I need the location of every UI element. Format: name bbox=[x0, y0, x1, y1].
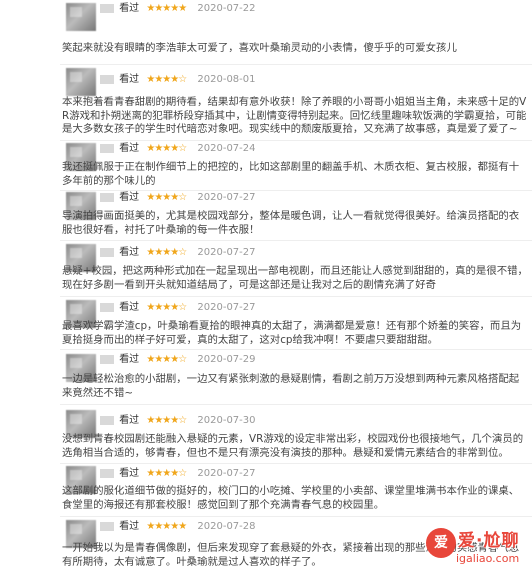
watched-label: 看过 bbox=[119, 143, 140, 154]
star-icon: ★★★★★ bbox=[146, 3, 187, 14]
review-text: 导演拍得画面挺美的，尤其是校园戏部分，整体是暖色调，让人一看就觉得很美好。给演员… bbox=[62, 210, 520, 236]
review-text: 一边是轻松治愈的小甜剧，一边又有紧张刺激的悬疑剧情，看剧之前万万没想到两种元素风… bbox=[62, 373, 520, 399]
review-date: 2020-07-22 bbox=[197, 3, 256, 14]
review-text: 悬疑+校园，把这两种形式加在一起呈现出一部电视剧，而且还能让人感觉到甜甜的，真的… bbox=[62, 265, 528, 291]
review-date: 2020-07-29 bbox=[197, 354, 256, 365]
review-text: 最喜欢学霸学渣cp，叶桑瑜看夏拾的眼神真的太甜了，满满都是爱意！还有那个娇羞的笑… bbox=[62, 320, 522, 346]
star-icon: ★★★★☆ bbox=[146, 302, 187, 313]
star-icon: ★★★★☆ bbox=[146, 247, 187, 258]
username[interactable] bbox=[100, 192, 114, 202]
divider bbox=[60, 516, 532, 517]
divider bbox=[60, 64, 532, 65]
watched-label: 看过 bbox=[119, 521, 140, 532]
review-meta: 看过 ★★★★★ 2020-07-22 bbox=[100, 1, 256, 17]
review-date: 2020-07-28 bbox=[197, 521, 256, 532]
review-meta: 看过 ★★★★☆ 2020-07-27 bbox=[100, 245, 256, 261]
username[interactable] bbox=[100, 354, 114, 364]
watermark-url: igaliao.com bbox=[456, 552, 520, 565]
review-date: 2020-07-27 bbox=[197, 247, 256, 258]
username[interactable] bbox=[100, 74, 114, 84]
review-text: 我还挺佩服于正在制作细节上的把控的，比如这部剧里的翻盖手机、木质衣柜、复古校服，… bbox=[62, 161, 520, 187]
username[interactable] bbox=[100, 3, 114, 13]
review-date: 2020-07-27 bbox=[197, 302, 256, 313]
review-date: 2020-07-24 bbox=[197, 143, 256, 154]
username[interactable] bbox=[100, 143, 114, 153]
blurred-avatar-icon[interactable] bbox=[66, 3, 96, 31]
star-icon: ★★★★★ bbox=[146, 521, 187, 532]
watched-label: 看过 bbox=[119, 247, 140, 258]
username[interactable] bbox=[100, 247, 114, 257]
review-meta: 看过 ★★★★☆ 2020-07-30 bbox=[100, 413, 256, 429]
divider bbox=[60, 296, 532, 297]
watermark-title: 爱·尬聊 bbox=[458, 531, 520, 551]
review-text: 没想到青春校园剧还能融入悬疑的元素，VR游戏的设定非常出彩，校园戏份也很接地气，… bbox=[62, 433, 524, 459]
watched-label: 看过 bbox=[119, 354, 140, 365]
username[interactable] bbox=[100, 302, 114, 312]
watched-label: 看过 bbox=[119, 415, 140, 426]
watched-label: 看过 bbox=[119, 3, 140, 14]
review-meta: 看过 ★★★★☆ 2020-07-27 bbox=[100, 300, 256, 316]
review-meta: 看过 ★★★★☆ 2020-07-29 bbox=[100, 352, 256, 368]
star-icon: ★★★★☆ bbox=[146, 468, 187, 479]
star-icon: ★★★★☆ bbox=[146, 415, 187, 426]
review-meta: 看过 ★★★★☆ 2020-07-24 bbox=[100, 141, 256, 157]
watched-label: 看过 bbox=[119, 468, 140, 479]
review-meta: 看过 ★★★★★ 2020-07-28 bbox=[100, 519, 256, 535]
review-meta: 看过 ★★★★☆ 2020-07-27 bbox=[100, 466, 256, 482]
watched-label: 看过 bbox=[119, 302, 140, 313]
divider bbox=[60, 349, 532, 350]
review-list-page: 看过 ★★★★★ 2020-07-22 笑起来就没有眼睛的李浩菲太可爱了，喜欢叶… bbox=[0, 0, 532, 584]
divider bbox=[60, 463, 532, 464]
blurred-avatar-icon[interactable] bbox=[66, 68, 96, 96]
watermark-badge-icon: 爱 bbox=[426, 528, 456, 558]
review-text: 笑起来就没有眼睛的李浩菲太可爱了，喜欢叶桑瑜灵动的小表情，傻乎乎的可爱女孩儿 bbox=[62, 42, 457, 54]
star-icon: ★★★★☆ bbox=[146, 192, 187, 203]
review-date: 2020-07-27 bbox=[197, 468, 256, 479]
review-meta: 看过 ★★★★☆ 2020-07-27 bbox=[100, 190, 256, 206]
star-icon: ★★★★☆ bbox=[146, 143, 187, 154]
watched-label: 看过 bbox=[119, 74, 140, 85]
review-text: 这部剧的服化道细节做的挺好的，校门口的小吃摊、学校里的小卖部、课堂里堆满书本作业… bbox=[62, 485, 520, 511]
star-icon: ★★★★☆ bbox=[146, 74, 187, 85]
username[interactable] bbox=[100, 521, 114, 531]
review-date: 2020-07-30 bbox=[197, 415, 256, 426]
review-meta: 看过 ★★★★☆ 2020-08-01 bbox=[100, 72, 256, 88]
watermark-logo: 爱 爱·尬聊 igaliao.com bbox=[426, 520, 532, 584]
divider bbox=[60, 404, 532, 405]
divider bbox=[60, 240, 532, 241]
review-text: 本来抱着看青春甜剧的期待看，结果却有意外收获！除了养眼的小哥哥小姐姐当主角，未来… bbox=[62, 96, 527, 135]
review-date: 2020-07-27 bbox=[197, 192, 256, 203]
watched-label: 看过 bbox=[119, 192, 140, 203]
username[interactable] bbox=[100, 415, 114, 425]
username[interactable] bbox=[100, 468, 114, 478]
star-icon: ★★★★☆ bbox=[146, 354, 187, 365]
review-date: 2020-08-01 bbox=[197, 74, 256, 85]
